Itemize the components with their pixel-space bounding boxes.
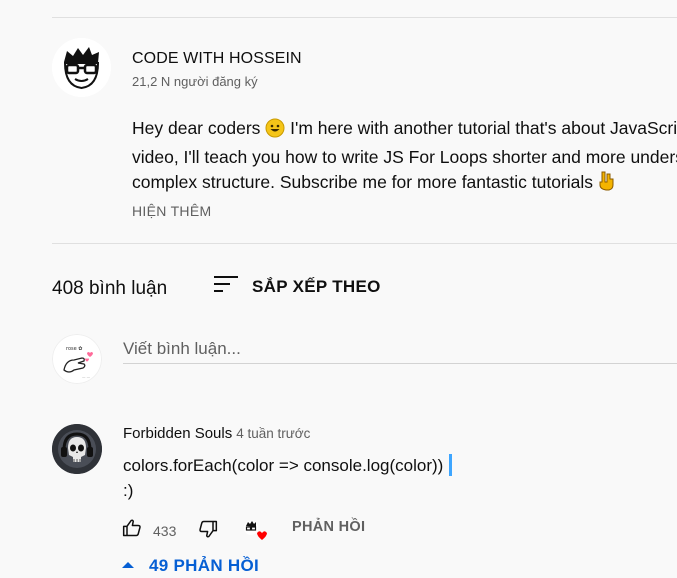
comment-timestamp[interactable]: 4 tuần trước	[236, 426, 310, 441]
top-divider	[52, 17, 677, 18]
commenter-avatar[interactable]	[52, 424, 102, 474]
channel-avatar[interactable]	[52, 38, 111, 97]
comment-text-line: colors.forEach(color => console.log(colo…	[123, 453, 453, 478]
grinning-face-emoji-icon	[265, 118, 285, 145]
text-cursor	[449, 454, 453, 476]
svg-text:rose ✿: rose ✿	[66, 346, 82, 352]
caret-up-icon	[121, 557, 135, 575]
video-description: Hey dear coders I'm here with another tu…	[132, 116, 677, 199]
comment-count: 408 bình luận	[52, 278, 168, 299]
thumbs-up-icon	[122, 518, 142, 543]
description-divider	[52, 243, 677, 244]
pointing-down-emoji-icon	[598, 170, 616, 199]
hand-heart-avatar-icon: rose ✿ — —	[52, 334, 102, 384]
like-button[interactable]: 433	[122, 518, 176, 543]
description-line-1: Hey dear coders I'm here with another tu…	[132, 116, 677, 145]
sort-by-label: SẮP XẾP THEO	[252, 276, 381, 296]
sort-by-button[interactable]: SẮP XẾP THEO	[214, 274, 381, 299]
channel-name[interactable]: CODE WITH HOSSEIN	[132, 50, 302, 68]
comment-text-line: :)	[123, 481, 134, 500]
show-more-button[interactable]: HIỆN THÊM	[132, 203, 211, 219]
description-line-3: complex structure. Subscribe me for more…	[132, 170, 677, 199]
add-comment-input[interactable]	[123, 335, 677, 364]
creator-heart-icon	[244, 521, 267, 540]
dislike-button[interactable]	[198, 519, 218, 544]
sort-icon	[214, 274, 238, 299]
like-count: 433	[153, 522, 177, 539]
skull-headphones-avatar-icon	[52, 424, 102, 474]
subscriber-count: 21,2 N người đăng ký	[132, 74, 258, 89]
replies-count-label: 49 PHẢN HỒI	[149, 556, 260, 575]
comment-text: colors.forEach(color => console.log(colo…	[123, 453, 453, 503]
comment-header: Forbidden Souls 4 tuần trước	[123, 425, 310, 443]
comment-author[interactable]: Forbidden Souls	[123, 425, 232, 442]
current-user-avatar: rose ✿ — —	[52, 334, 102, 384]
svg-text:— —: — —	[82, 375, 91, 379]
reply-button[interactable]: PHẢN HỒI	[292, 519, 365, 535]
nerd-face-logo-icon	[52, 38, 111, 97]
thumbs-down-icon	[198, 519, 218, 544]
view-replies-button[interactable]: 49 PHẢN HỒI	[121, 556, 259, 576]
description-line-2: video, I'll teach you how to write JS Fo…	[132, 147, 677, 167]
creator-heart-badge	[243, 519, 269, 543]
